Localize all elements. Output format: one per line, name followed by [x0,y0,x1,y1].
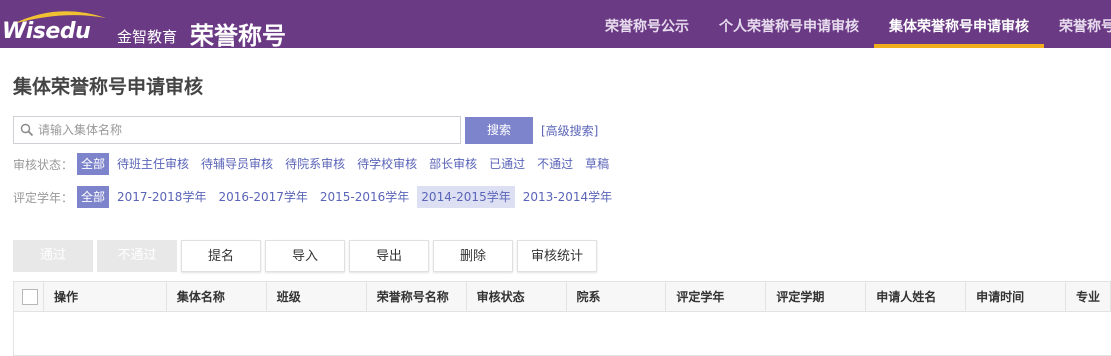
select-all-cell [14,282,44,311]
column-header-department[interactable]: 院系 [567,282,667,311]
status-option-school[interactable]: 待学校审核 [353,153,421,175]
select-all-checkbox[interactable] [22,289,38,305]
year-filter: 评定学年： 全部 2017-2018学年 2016-2017学年 2015-20… [13,185,620,209]
reject-button[interactable]: 不通过 [97,240,177,272]
action-toolbar: 通过 不通过 提名 导入 导出 删除 审核统计 [13,240,601,272]
search-button[interactable]: 搜索 [465,117,533,144]
review-stats-button[interactable]: 审核统计 [517,240,597,272]
year-option-2014-2015[interactable]: 2014-2015学年 [417,186,515,208]
column-header-class[interactable]: 班级 [267,282,367,311]
table-header: 操作 集体名称 班级 荣誉称号名称 审核状态 院系 评定学年 评定学期 申请人姓… [14,282,1111,312]
results-table: 操作 集体名称 班级 荣誉称号名称 审核状态 院系 评定学年 评定学期 申请人姓… [13,281,1111,356]
status-option-rejected[interactable]: 不通过 [533,153,577,175]
search-input[interactable] [38,117,456,143]
nav-item-personal-review[interactable]: 个人荣誉称号申请审核 [704,0,874,48]
logo-company-name: 金智教育 [117,28,178,46]
search-box [13,116,461,144]
delete-button[interactable]: 删除 [433,240,513,272]
column-header-semester[interactable]: 评定学期 [766,282,867,311]
app-title: 荣誉称号 [190,22,286,50]
status-option-minister[interactable]: 部长审核 [425,153,481,175]
logo-wordmark: Wisedu [2,19,91,44]
column-header-major[interactable]: 专业 [1066,282,1111,311]
column-header-collective-name[interactable]: 集体名称 [167,282,267,311]
year-option-2017-2018[interactable]: 2017-2018学年 [113,186,210,208]
status-option-department[interactable]: 待院系审核 [281,153,349,175]
pass-button[interactable]: 通过 [13,240,93,272]
main-nav: 荣誉称号公示 个人荣誉称号申请审核 集体荣誉称号申请审核 荣誉称号 [590,0,1111,48]
advanced-search-link[interactable]: [高级搜索] [541,122,598,139]
column-header-honor-name[interactable]: 荣誉称号名称 [367,282,467,311]
nav-item-publicity[interactable]: 荣誉称号公示 [590,0,704,48]
export-button[interactable]: 导出 [349,240,429,272]
status-filter-label: 审核状态： [13,157,74,172]
year-option-all[interactable]: 全部 [77,186,110,208]
logo[interactable]: Wisedu 金智教育 荣誉称号 [0,4,300,50]
import-button[interactable]: 导入 [265,240,345,272]
column-header-actions[interactable]: 操作 [44,282,167,311]
page-title: 集体荣誉称号申请审核 [13,76,204,98]
column-header-applicant-name[interactable]: 申请人姓名 [866,282,967,311]
column-header-academic-year[interactable]: 评定学年 [666,282,767,311]
top-bar: Wisedu 金智教育 荣誉称号 荣誉称号公示 个人荣誉称号申请审核 集体荣誉称… [0,0,1111,50]
status-option-counselor[interactable]: 待辅导员审核 [197,153,277,175]
status-option-all[interactable]: 全部 [77,153,110,175]
nav-item-collective-review[interactable]: 集体荣誉称号申请审核 [874,0,1044,48]
column-header-review-status[interactable]: 审核状态 [467,282,567,311]
nav-item-honor-overflow[interactable]: 荣誉称号 [1044,0,1111,48]
year-option-2015-2016[interactable]: 2015-2016学年 [316,186,413,208]
year-filter-label: 评定学年： [13,190,74,205]
year-option-2016-2017[interactable]: 2016-2017学年 [214,186,311,208]
column-header-apply-time[interactable]: 申请时间 [966,282,1067,311]
status-option-approved[interactable]: 已通过 [485,153,529,175]
status-filter: 审核状态： 全部 待班主任审核 待辅导员审核 待院系审核 待学校审核 部长审核 … [13,152,617,176]
status-option-draft[interactable]: 草稿 [581,153,613,175]
nominate-button[interactable]: 提名 [181,240,261,272]
search-icon [20,123,34,137]
status-option-class-teacher[interactable]: 待班主任审核 [113,153,193,175]
year-option-2013-2014[interactable]: 2013-2014学年 [519,186,616,208]
